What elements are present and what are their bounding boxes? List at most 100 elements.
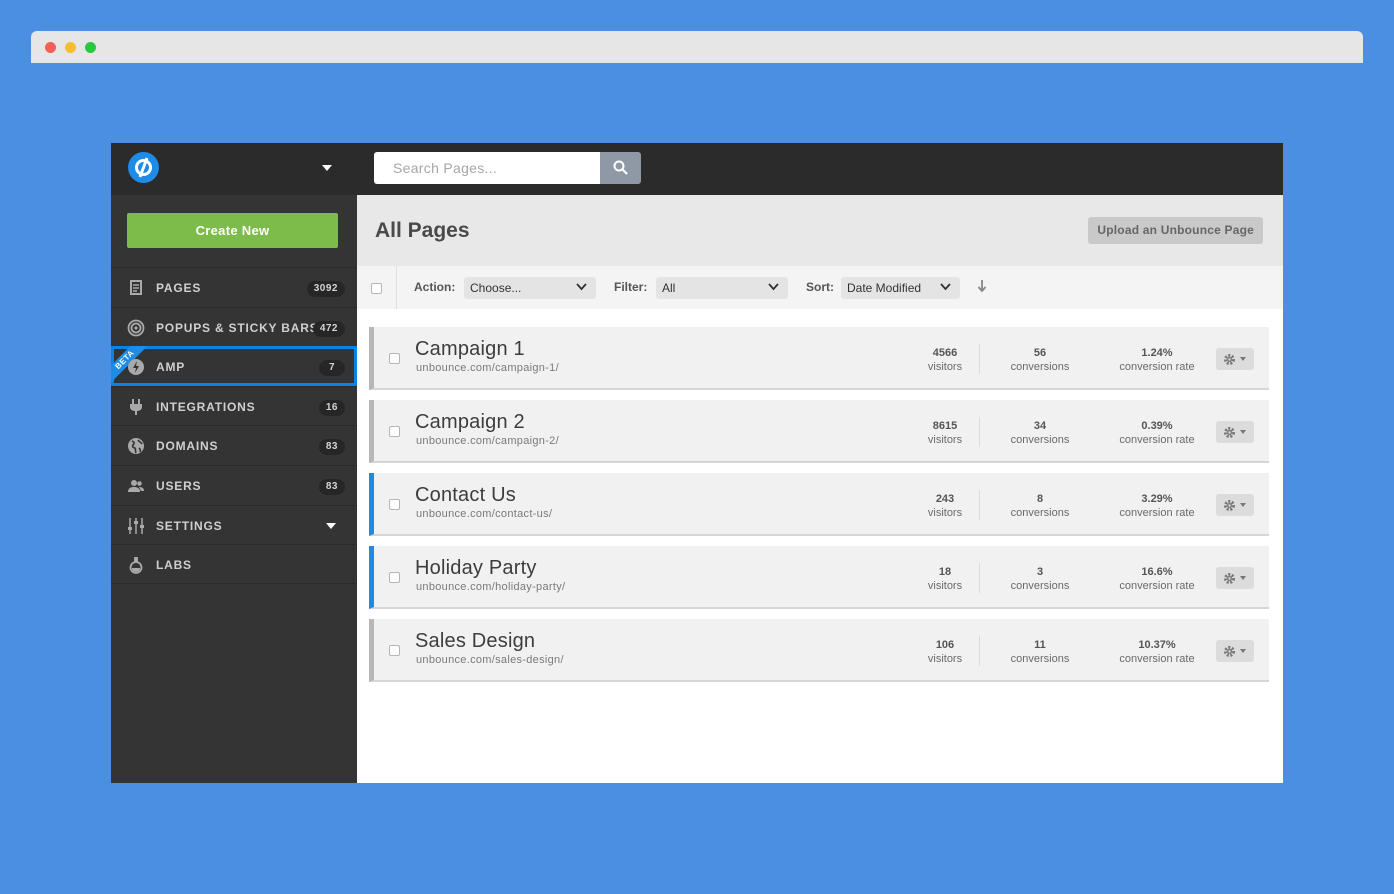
filter-label: Filter: — [614, 280, 648, 294]
chevron-down-icon[interactable] — [326, 522, 336, 529]
count-badge: 16 — [318, 399, 345, 416]
conversion-rate-value: 16.6% — [1141, 566, 1173, 578]
row-checkbox[interactable] — [389, 426, 400, 437]
row-checkbox[interactable] — [389, 572, 400, 583]
conversions-count: 34 — [1033, 420, 1047, 432]
sidebar-item-label: USERS — [156, 478, 202, 493]
conversions-label: conversions — [1010, 361, 1070, 373]
target-icon — [127, 319, 145, 337]
account-bar[interactable] — [111, 143, 357, 195]
row-settings-button[interactable] — [1216, 494, 1254, 516]
conversion-rate-value: 10.37% — [1138, 639, 1176, 651]
sort-select[interactable]: Date Modified — [841, 277, 960, 299]
page-name-link[interactable]: Sales Design — [415, 630, 535, 653]
page-url: unbounce.com/campaign-2/ — [416, 435, 559, 447]
filter-select[interactable]: All — [656, 277, 788, 299]
account-caret-icon[interactable] — [322, 165, 332, 171]
visitors-label: visitors — [927, 580, 963, 592]
visitors-label: visitors — [927, 507, 963, 519]
conversion-rate-value: 3.29% — [1141, 493, 1173, 505]
close-window-icon[interactable] — [45, 42, 56, 53]
row-checkbox[interactable] — [389, 353, 400, 364]
page-name-link[interactable]: Holiday Party — [415, 557, 537, 580]
visitors-count: 106 — [935, 639, 955, 651]
sidebar-item-amp[interactable]: BETA AMP 7 — [111, 346, 357, 386]
conversion-rate-label: conversion rate — [1119, 653, 1195, 665]
page-name-link[interactable]: Campaign 2 — [415, 411, 525, 434]
count-badge: 472 — [312, 320, 345, 337]
minimize-window-icon[interactable] — [65, 42, 76, 53]
chevron-down-icon — [1240, 503, 1246, 507]
visitors-label: visitors — [927, 653, 963, 665]
sliders-icon — [127, 517, 145, 535]
list-item[interactable]: Campaign 2 unbounce.com/campaign-2/ 8615… — [369, 400, 1269, 463]
row-settings-button[interactable] — [1216, 640, 1254, 662]
conversion-rate-stat: 16.6% conversion rate — [1107, 565, 1207, 593]
chevron-down-icon — [940, 283, 951, 291]
visitors-stat: 106 visitors — [920, 638, 970, 666]
unbounce-logo-icon[interactable] — [128, 152, 159, 183]
page-url: unbounce.com/holiday-party/ — [416, 581, 566, 593]
page-name-link[interactable]: Campaign 1 — [415, 338, 525, 361]
row-settings-button[interactable] — [1216, 421, 1254, 443]
pages-icon — [127, 279, 145, 297]
conversion-rate-stat: 3.29% conversion rate — [1107, 492, 1207, 520]
conversion-rate-stat: 1.24% conversion rate — [1107, 346, 1207, 374]
chevron-down-icon — [1240, 357, 1246, 361]
conversions-label: conversions — [1010, 580, 1070, 592]
create-new-button[interactable]: Create New — [127, 213, 338, 248]
page-name-link[interactable]: Contact Us — [415, 484, 516, 507]
plug-icon — [127, 398, 145, 416]
upload-page-button[interactable]: Upload an Unbounce Page — [1088, 217, 1263, 244]
sidebar-item-settings[interactable]: SETTINGS — [111, 504, 357, 545]
sidebar-item-label: DOMAINS — [156, 439, 219, 454]
conversions-count: 8 — [1036, 493, 1044, 505]
sort-value: Date Modified — [847, 281, 922, 295]
gear-icon — [1224, 427, 1235, 438]
list-item[interactable]: Contact Us unbounce.com/contact-us/ 243 v… — [369, 473, 1269, 536]
sidebar-item-domains[interactable]: DOMAINS 83 — [111, 425, 357, 465]
count-badge: 83 — [318, 478, 345, 495]
divider — [979, 344, 980, 374]
row-settings-button[interactable] — [1216, 348, 1254, 370]
gear-icon — [1224, 646, 1235, 657]
sidebar-item-labs[interactable]: LABS — [111, 544, 357, 584]
sort-direction-icon[interactable] — [977, 279, 987, 293]
chevron-down-icon — [1240, 649, 1246, 653]
flask-icon — [127, 556, 145, 575]
search-input[interactable] — [374, 152, 600, 184]
sidebar-item-integrations[interactable]: INTEGRATIONS 16 — [111, 385, 357, 426]
list-item[interactable]: Campaign 1 unbounce.com/campaign-1/ 4566… — [369, 327, 1269, 390]
list-toolbar: Action: Choose... Filter: All Sort: Date… — [357, 266, 1283, 309]
select-all-checkbox[interactable] — [371, 283, 382, 294]
visitors-stat: 243 visitors — [920, 492, 970, 520]
sidebar-item-label: PAGES — [156, 281, 202, 295]
row-settings-button[interactable] — [1216, 567, 1254, 589]
visitors-stat: 18 visitors — [920, 565, 970, 593]
app-window: Create New PAGES 3092 POPUPS & STICKY BA… — [111, 143, 1283, 783]
sidebar-item-users[interactable]: USERS 83 — [111, 464, 357, 505]
maximize-window-icon[interactable] — [85, 42, 96, 53]
sidebar-item-label: POPUPS & STICKY BARS — [156, 320, 319, 335]
conversions-stat: 11 conversions — [1000, 638, 1080, 666]
sidebar-item-label: SETTINGS — [156, 518, 223, 533]
conversion-rate-label: conversion rate — [1119, 580, 1195, 592]
list-item[interactable]: Holiday Party unbounce.com/holiday-party… — [369, 546, 1269, 609]
conversions-count: 56 — [1033, 347, 1047, 359]
page-url: unbounce.com/campaign-1/ — [416, 362, 559, 374]
row-checkbox[interactable] — [389, 645, 400, 656]
conversion-rate-stat: 10.37% conversion rate — [1107, 638, 1207, 666]
conversions-count: 3 — [1036, 566, 1044, 578]
search-button[interactable] — [600, 152, 641, 184]
list-item[interactable]: Sales Design unbounce.com/sales-design/ … — [369, 619, 1269, 682]
row-checkbox[interactable] — [389, 499, 400, 510]
conversions-stat: 34 conversions — [1000, 419, 1080, 447]
action-select[interactable]: Choose... — [464, 277, 596, 299]
browser-title-bar — [31, 31, 1363, 63]
visitors-count: 243 — [935, 493, 955, 505]
sidebar-nav: PAGES 3092 POPUPS & STICKY BARS 472 BETA… — [111, 267, 357, 584]
pages-list: Campaign 1 unbounce.com/campaign-1/ 4566… — [369, 327, 1269, 692]
gear-icon — [1224, 573, 1235, 584]
sidebar-item-popups[interactable]: POPUPS & STICKY BARS 472 — [111, 306, 357, 347]
sidebar-item-pages[interactable]: PAGES 3092 — [111, 267, 357, 307]
